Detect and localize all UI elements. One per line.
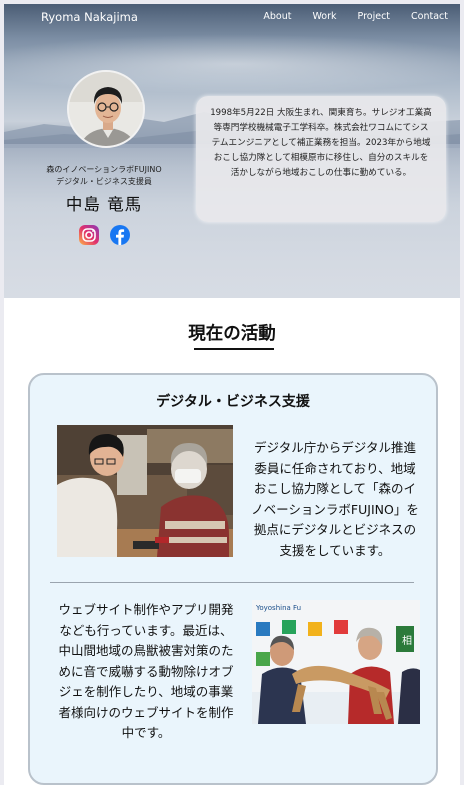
- nav-links: About Work Project Contact: [242, 11, 448, 22]
- event-photo: Yoyoshina Fu 相: [252, 600, 420, 724]
- digital-support-description: デジタル庁からデジタル推進委員に任命されており、地域おこし協力隊として「森のイノ…: [251, 440, 419, 558]
- bio-card: 1998年5月22日 大阪生まれ、関東育ち。サレジオ工業高等専門学校機械電子工学…: [196, 96, 446, 222]
- profile-avatar: [67, 70, 145, 148]
- bio-text: 1998年5月22日 大阪生まれ、関東育ち。サレジオ工業高等専門学校機械電子工学…: [210, 108, 432, 178]
- web-development-description: ウェブサイト制作やアプリ開発なども行っています。最近は、中山間地域の鳥獣被害対策…: [58, 602, 234, 740]
- nav-link-project[interactable]: Project: [358, 11, 391, 22]
- facebook-icon[interactable]: [109, 224, 131, 246]
- backdrop-banner-text: Yoyoshina Fu: [255, 604, 301, 612]
- digital-support-photo: [57, 425, 233, 557]
- card-title: デジタル・ビジネス支援: [156, 394, 310, 410]
- organization-label: 森のイノベーションラボFUJINO デジタル・ビジネス支援員: [4, 164, 204, 188]
- hero-mist: [4, 34, 460, 94]
- nav-link-about[interactable]: About: [263, 11, 291, 22]
- nav-link-contact[interactable]: Contact: [411, 11, 448, 22]
- nav-link-work[interactable]: Work: [312, 11, 336, 22]
- profile-name: 中島 竜馬: [65, 195, 143, 214]
- site-brand[interactable]: Ryoma Nakajima: [41, 10, 138, 24]
- hero-section: Ryoma Nakajima About Work Project Contac…: [4, 4, 460, 298]
- activity-card: デジタル・ビジネス支援 デジタル庁からデジタル推進委員に任命されており、地域おこ…: [28, 373, 438, 785]
- title-underline: [194, 348, 274, 350]
- top-navigation: Ryoma Nakajima About Work Project Contac…: [4, 4, 460, 32]
- backdrop-sign-text: 相: [402, 634, 412, 647]
- organization-name: 森のイノベーションラボFUJINO: [46, 165, 162, 174]
- page: Ryoma Nakajima About Work Project Contac…: [4, 4, 460, 785]
- job-title: デジタル・ビジネス支援員: [56, 177, 152, 186]
- section-title: 現在の活動: [188, 324, 276, 344]
- card-divider: [50, 582, 414, 583]
- instagram-icon[interactable]: [78, 224, 100, 246]
